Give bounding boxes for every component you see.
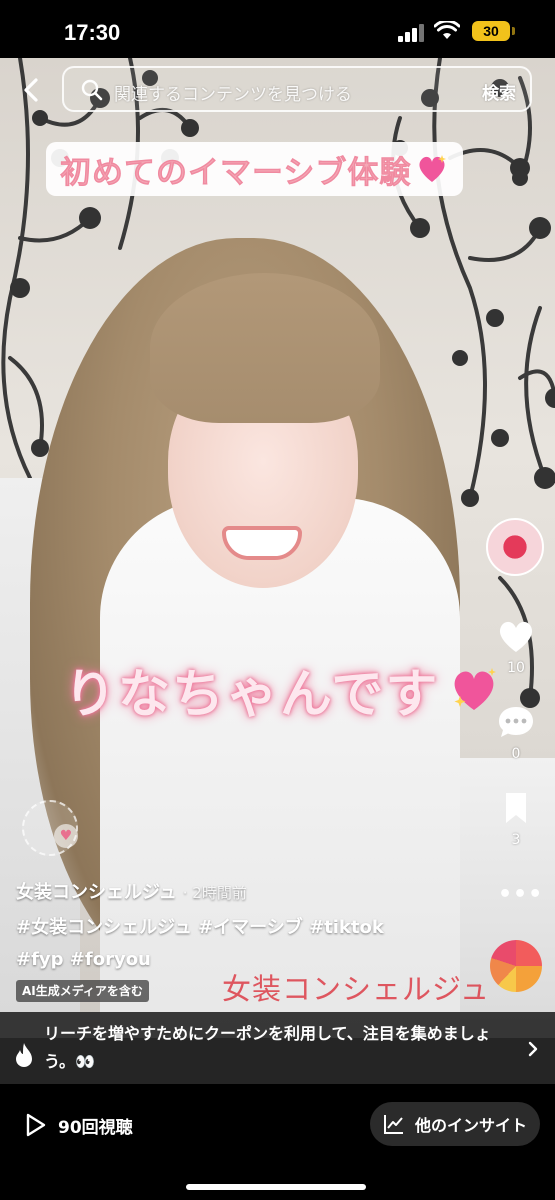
bookmark-icon: [506, 793, 526, 823]
bangs: [150, 273, 380, 423]
back-button[interactable]: [14, 73, 48, 107]
status-time: 17:30: [64, 20, 121, 45]
save-count: 3: [511, 832, 521, 848]
insights-label: 他のインサイト: [414, 1116, 527, 1135]
name-overlay-text: りなちゃんです: [64, 665, 440, 725]
title-overlay-text: 初めてのイマーシブ体験: [60, 154, 412, 191]
like-count: 10: [507, 660, 525, 676]
play-icon: [26, 1113, 46, 1137]
chevron-left-icon: [24, 78, 38, 102]
search-icon: [81, 79, 103, 101]
comment-count: 0: [511, 746, 521, 762]
author-line: 女装コンシェルジュ · 2時間前: [16, 878, 247, 904]
chevron-right-icon: [528, 1041, 538, 1057]
more-options-icon[interactable]: •••: [498, 882, 543, 907]
heart-icon: [499, 621, 533, 652]
insights-button[interactable]: 他のインサイト: [370, 1102, 540, 1146]
promo-text: リーチを増やすためにクーポンを利用して、注目を集めましょう。👀: [44, 1024, 491, 1071]
views-count[interactable]: 90回視聴: [22, 1112, 133, 1138]
post-time: · 2時間前: [182, 884, 247, 902]
hashtags: #女装コンシェルジュ #イマーシブ #tiktok #fyp #foryou: [16, 912, 416, 976]
hashtag-line[interactable]: #fyp #foryou: [16, 944, 416, 976]
comment-button[interactable]: 0: [494, 704, 538, 762]
title-overlay: 初めてのイマーシブ体験: [46, 142, 464, 196]
like-button[interactable]: 10: [494, 618, 538, 676]
sparkling-heart-icon: [454, 668, 496, 710]
heart-badge-icon: ♥: [54, 824, 78, 848]
ai-generated-badge[interactable]: AI生成メディアを含む: [16, 980, 149, 1002]
save-button[interactable]: 3: [494, 790, 538, 848]
smile: [222, 526, 302, 560]
sparkling-heart-icon: [419, 155, 447, 182]
signal-icon: [398, 24, 424, 42]
search-button[interactable]: 検索: [482, 79, 516, 104]
search-input[interactable]: 関連するコンテンツを見つける 検索: [62, 66, 532, 112]
author-name[interactable]: 女装コンシェルジュ: [16, 882, 177, 903]
home-indicator[interactable]: [186, 1184, 366, 1190]
bottom-bar: 90回視聴 他のインサイト: [0, 1084, 555, 1200]
flame-icon: [16, 1043, 32, 1067]
wifi-icon: [434, 21, 460, 39]
music-disc-icon[interactable]: [490, 940, 542, 992]
chart-icon: [383, 1115, 403, 1134]
battery-indicator: 30: [472, 21, 515, 41]
status-bar: 17:30 30: [0, 0, 555, 58]
promo-banner[interactable]: リーチを増やすためにクーポンを利用して、注目を集めましょう。👀: [0, 1012, 555, 1084]
hashtag-line[interactable]: #女装コンシェルジュ #イマーシブ #tiktok: [16, 912, 416, 944]
comment-icon: [499, 707, 533, 737]
creator-avatar[interactable]: [486, 518, 544, 576]
search-placeholder: 関連するコンテンツを見つける: [114, 85, 352, 105]
views-label: 90回視聴: [58, 1117, 133, 1138]
